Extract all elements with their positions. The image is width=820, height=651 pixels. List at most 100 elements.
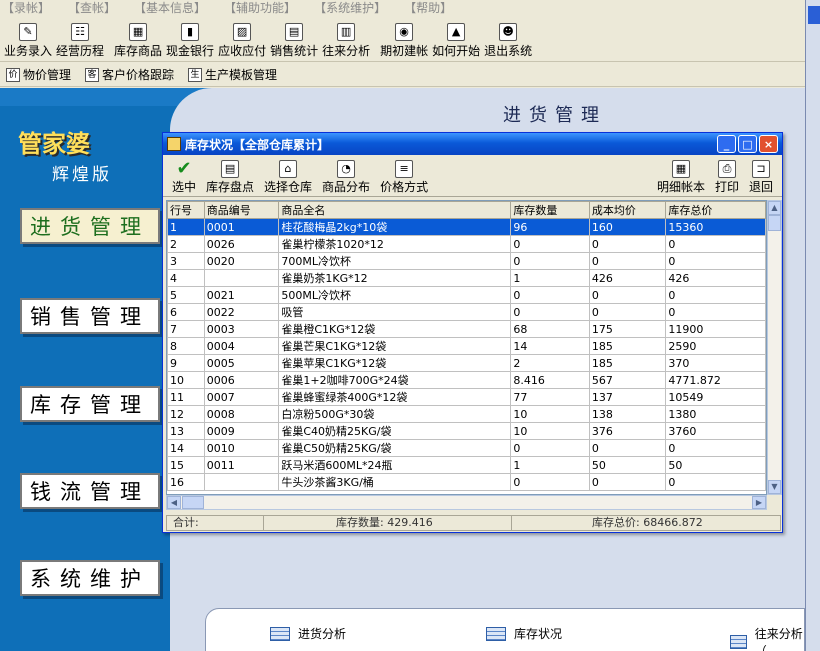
product-distribution-button[interactable]: ◔ 商品分布: [317, 160, 375, 194]
table-row[interactable]: 10 0006 雀巢1+2咖啡700G*24袋 8.416 567 4771.872: [167, 371, 766, 389]
cash-icon: ▮: [181, 23, 200, 41]
table-cell: 1380: [665, 405, 766, 423]
table-cell: 0: [588, 473, 667, 491]
column-header[interactable]: 库存总价: [665, 201, 766, 219]
toolbar-button[interactable]: ▥ 往来分析: [320, 23, 372, 61]
table-cell: 0009: [203, 422, 280, 440]
scroll-left-arrow-icon[interactable]: ◀: [167, 496, 181, 509]
back-button[interactable]: ⊐ 退回: [744, 160, 778, 194]
scroll-right-arrow-icon[interactable]: ▶: [752, 496, 766, 509]
table-cell: 10: [167, 371, 205, 389]
table-cell: 8: [167, 337, 205, 355]
customer-price-tracking-button[interactable]: 客客户价格跟踪: [85, 66, 174, 83]
table-row[interactable]: 2 0026 雀巢柠檬茶1020*12 0 0 0: [167, 235, 766, 253]
toolbar-button[interactable]: ▦ 库存商品: [112, 23, 164, 61]
table-row[interactable]: 13 0009 雀巢C40奶精25KG/袋 10 376 3760: [167, 422, 766, 440]
price-icon: 价: [6, 67, 20, 82]
column-header[interactable]: 库存数量: [510, 201, 590, 219]
menu-item[interactable]: 【录帐】: [2, 0, 50, 18]
column-header[interactable]: 商品编号: [203, 201, 280, 219]
menu-item[interactable]: 【系统维护】: [314, 0, 386, 18]
table-cell: 4: [167, 269, 205, 287]
table-cell: 0: [510, 439, 590, 457]
production-template-button[interactable]: 生生产模板管理: [188, 66, 277, 83]
tab-label: 进货分析: [298, 627, 347, 641]
toolbar-button[interactable]: ☷ 经营历程: [54, 23, 106, 61]
toolbar-button[interactable]: ▮ 现金银行: [164, 23, 216, 61]
toolbar-button[interactable]: ◉ 期初建帐: [378, 23, 430, 61]
table-cell: 0: [510, 252, 590, 270]
ledger-detail-button[interactable]: ▦ 明细帐本: [652, 160, 710, 194]
table-row[interactable]: 3 0020 700ML冷饮杯 0 0 0: [167, 252, 766, 270]
table-row[interactable]: 12 0008 白凉粉500G*30袋 10 138 1380: [167, 405, 766, 423]
toolbar-label: 应收应付: [218, 44, 267, 58]
print-button[interactable]: ⎙ 打印: [710, 160, 744, 194]
toolbar-label: 如何开始: [432, 44, 481, 58]
column-header[interactable]: 成本均价: [588, 201, 667, 219]
price-management-button[interactable]: 价物价管理: [6, 66, 71, 83]
table-row[interactable]: 1 0001 桂花酸梅晶2kg*10袋 96 160 15360: [167, 218, 766, 236]
nav-cashflow-button[interactable]: 钱流管理: [20, 473, 160, 509]
table-row[interactable]: 16 牛头沙茶酱3KG/桶 0 0 0: [167, 473, 766, 491]
nav-system-button[interactable]: 系统维护: [20, 560, 160, 596]
horizontal-scrollbar[interactable]: ◀ ▶: [166, 495, 767, 510]
table-cell: 雀巢奶茶1KG*12: [278, 269, 512, 287]
toolbar-button[interactable]: ✎ 业务录入: [2, 23, 54, 61]
select-warehouse-button[interactable]: ⌂ 选择仓库: [259, 160, 317, 194]
scroll-thumb[interactable]: [768, 215, 781, 231]
menu-item[interactable]: 【查帐】: [68, 0, 116, 18]
table-cell: 4771.872: [665, 371, 766, 389]
status-total-label: 合计:: [167, 516, 264, 530]
toolbar-button[interactable]: ▤ 销售统计: [268, 23, 320, 61]
toolbar-button[interactable]: ▲ 如何开始: [430, 23, 482, 61]
column-header[interactable]: 商品全名: [278, 201, 512, 219]
table-cell: 雀巢柠檬茶1020*12: [278, 235, 512, 253]
table-row[interactable]: 15 0011 跃马米酒600ML*24瓶 1 50 50: [167, 456, 766, 474]
table-cell: 3760: [665, 422, 766, 440]
window-titlebar[interactable]: 库存状况【全部仓库累计】 _ □ ×: [163, 133, 782, 155]
table-cell: 185: [588, 354, 667, 372]
scroll-up-arrow-icon[interactable]: ▲: [768, 201, 781, 215]
nav-sales-button[interactable]: 销售管理: [20, 298, 160, 334]
grid-icon: [270, 626, 290, 641]
column-header[interactable]: 行号: [167, 201, 205, 219]
table-cell: 0021: [203, 286, 280, 304]
scroll-down-arrow-icon[interactable]: ▼: [768, 480, 781, 494]
table-row[interactable]: 7 0003 雀巢橙C1KG*12袋 68 175 11900: [167, 320, 766, 338]
select-label: 选中: [172, 180, 197, 194]
minimize-button[interactable]: _: [717, 135, 736, 153]
table-row[interactable]: 8 0004 雀巢芒果C1KG*12袋 14 185 2590: [167, 337, 766, 355]
table-row[interactable]: 4 雀巢奶茶1KG*12 1 426 426: [167, 269, 766, 287]
table-cell: 68: [510, 320, 590, 338]
nav-inventory-button[interactable]: 库存管理: [20, 386, 160, 422]
tab-label: 库存状况: [514, 627, 563, 641]
table-row[interactable]: 6 0022 吸管 0 0 0: [167, 303, 766, 321]
hscroll-thumb[interactable]: [182, 496, 204, 509]
table-row[interactable]: 14 0010 雀巢C50奶精25KG/袋 0 0 0: [167, 439, 766, 457]
price-mode-button[interactable]: ≡ 价格方式: [375, 160, 433, 194]
tab-account-analysis[interactable]: 往来分析（: [730, 625, 804, 651]
table-cell: 2: [510, 354, 590, 372]
menu-item[interactable]: 【基本信息】: [134, 0, 206, 18]
table-cell: 50: [665, 456, 766, 474]
tab-inventory-status[interactable]: 库存状况: [486, 625, 562, 642]
maximize-button[interactable]: □: [738, 135, 757, 153]
tab-purchase-analysis[interactable]: 进货分析: [270, 625, 346, 642]
stocktake-button[interactable]: ▤ 库存盘点: [201, 160, 259, 194]
nav-purchase-button[interactable]: 进货管理: [20, 208, 160, 244]
select-button[interactable]: ✔ 选中: [167, 160, 201, 195]
table-row[interactable]: 5 0021 500ML冷饮杯 0 0 0: [167, 286, 766, 304]
menu-item[interactable]: 【辅助功能】: [224, 0, 296, 18]
toolbar-button[interactable]: ☻ 退出系统: [482, 23, 534, 61]
menu-item[interactable]: 【帮助】: [404, 0, 452, 18]
table-cell: 11: [167, 388, 205, 406]
close-button[interactable]: ×: [759, 135, 778, 153]
table-cell: 0: [588, 439, 667, 457]
table-row[interactable]: 11 0007 雀巢蜂蜜绿茶400G*12袋 77 137 10549: [167, 388, 766, 406]
toolbar-button[interactable]: ▨ 应收应付: [216, 23, 268, 61]
table-cell: 500ML冷饮杯: [278, 286, 512, 304]
vertical-scrollbar[interactable]: ▲ ▼: [767, 200, 782, 495]
table-row[interactable]: 9 0005 雀巢苹果C1KG*12袋 2 185 370: [167, 354, 766, 372]
table-cell: 0008: [203, 405, 280, 423]
grid-icon: [730, 635, 747, 649]
